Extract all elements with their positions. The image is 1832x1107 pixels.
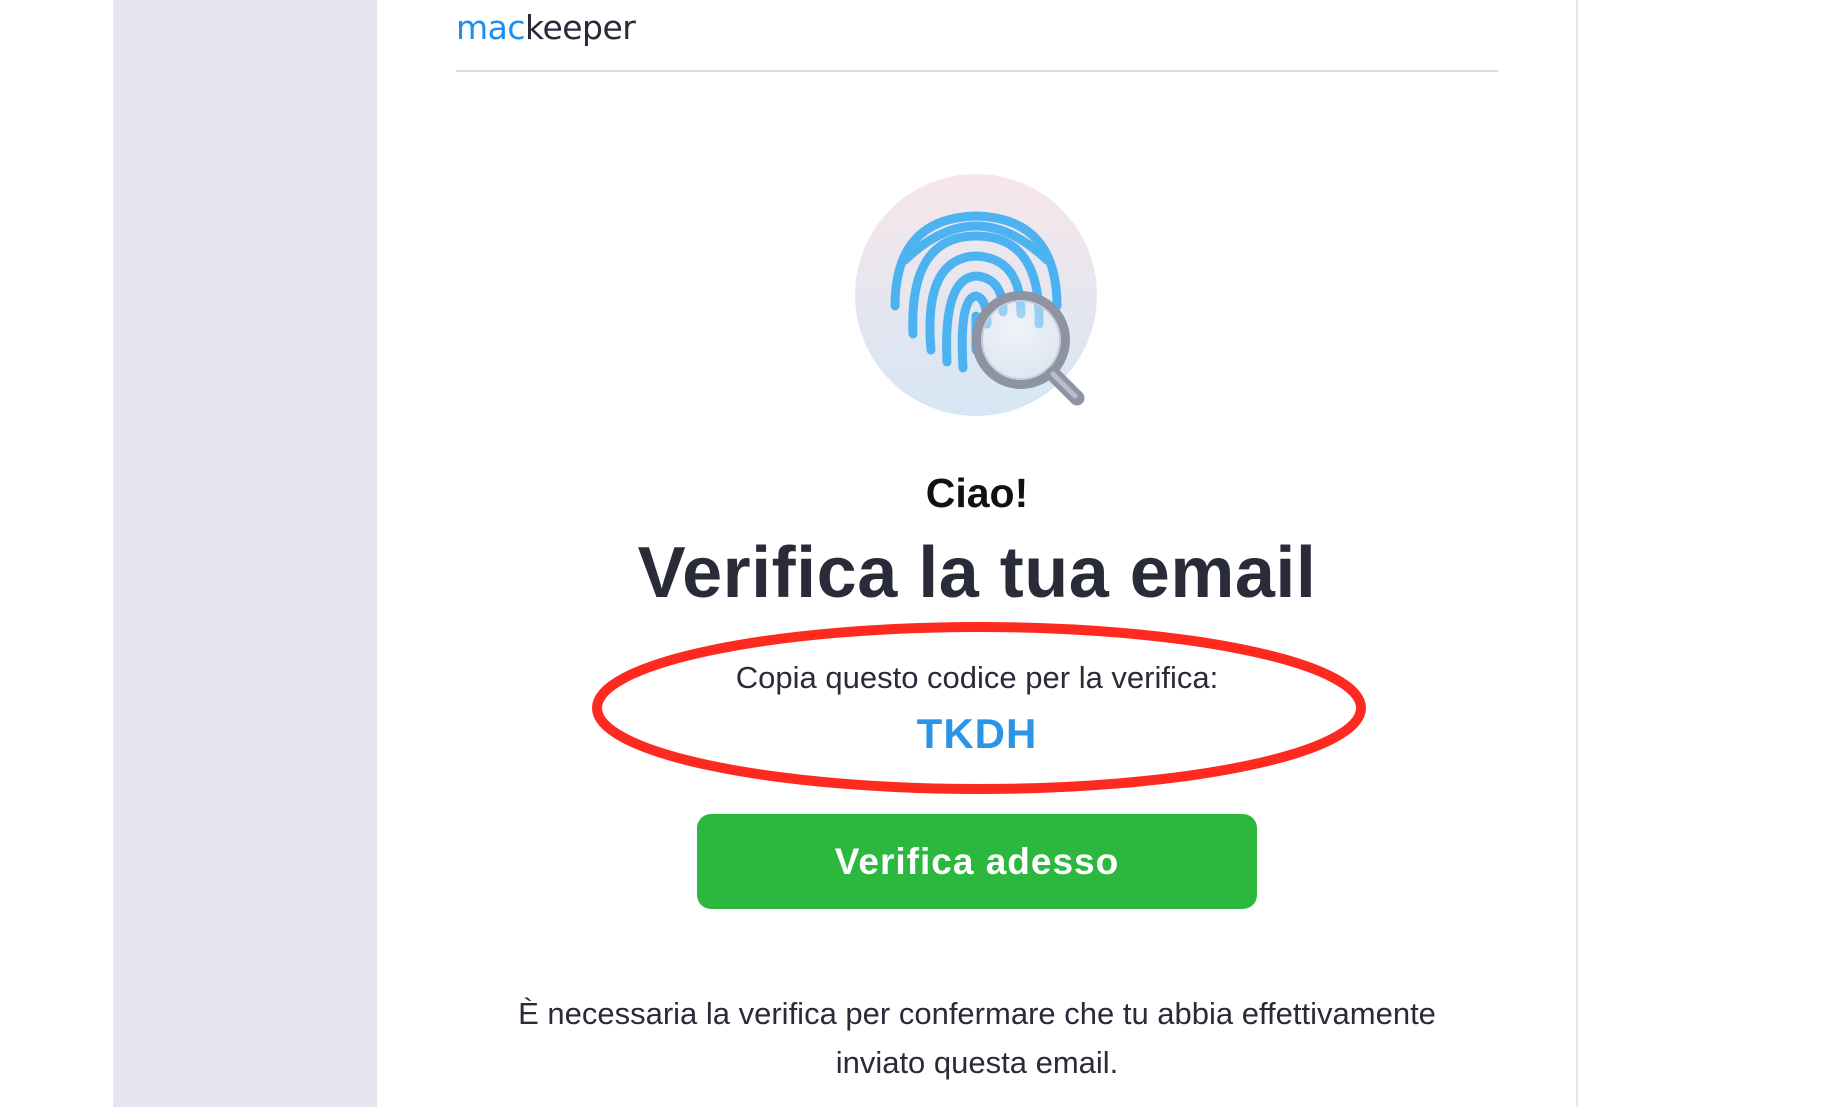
fingerprint-magnifier-icon xyxy=(855,174,1097,416)
verify-now-button[interactable]: Verifica adesso xyxy=(697,814,1257,909)
logo-keeper-text: keeper xyxy=(525,8,636,47)
verification-footnote: È necessaria la verifica per confermare … xyxy=(518,996,1436,1080)
logo-mac-text: mac xyxy=(456,8,526,47)
verification-code[interactable]: TKDH xyxy=(0,710,1832,758)
greeting-text: Ciao! xyxy=(925,470,1029,516)
mackeeper-logo[interactable]: mackeeper xyxy=(456,4,636,52)
page-title: Verifica la tua email xyxy=(637,533,1317,613)
code-label: Copia questo codice per la verifica: xyxy=(735,660,1219,695)
header-divider xyxy=(456,70,1498,72)
